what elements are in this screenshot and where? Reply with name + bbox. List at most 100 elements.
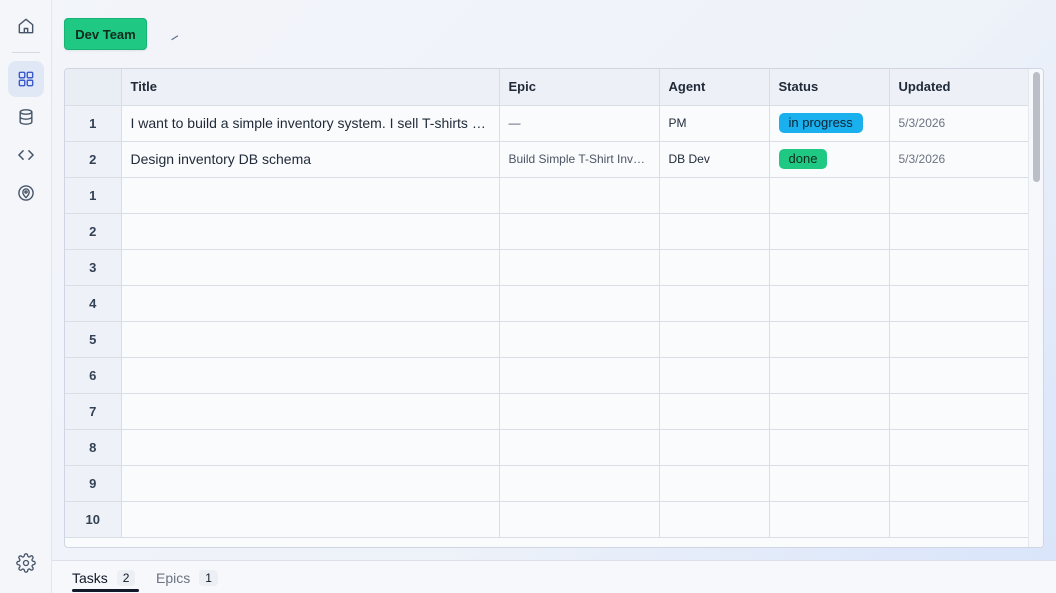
empty-cell[interactable]	[659, 285, 770, 322]
empty-cell[interactable]	[769, 429, 890, 466]
empty-cell[interactable]	[889, 249, 1030, 286]
row-number: 2	[65, 213, 122, 250]
empty-row[interactable]: 8	[65, 429, 1030, 466]
empty-cell[interactable]	[889, 429, 1030, 466]
empty-row[interactable]: 1	[65, 177, 1030, 214]
code-icon[interactable]	[8, 137, 44, 173]
empty-cell[interactable]	[121, 321, 500, 358]
column-header-updated[interactable]: Updated	[889, 69, 1030, 106]
corner-cell[interactable]	[65, 69, 122, 106]
empty-cell[interactable]	[659, 213, 770, 250]
empty-cell[interactable]	[769, 321, 890, 358]
empty-cell[interactable]	[499, 393, 660, 430]
tab-epics[interactable]: Epics 1	[136, 561, 228, 593]
empty-cell[interactable]	[121, 357, 500, 394]
task-grid: Title Epic Agent Status Updated 1 I want…	[64, 68, 1044, 548]
row-number: 10	[65, 501, 122, 538]
empty-cell[interactable]	[121, 177, 500, 214]
task-title-cell[interactable]: Design inventory DB schema	[121, 141, 500, 178]
tab-label: Epics	[156, 569, 191, 586]
gear-icon[interactable]	[8, 545, 44, 581]
table-row[interactable]: 1 I want to build a simple inventory sys…	[65, 105, 1030, 142]
agent-cell[interactable]: DB Dev	[659, 141, 770, 178]
column-header-title[interactable]: Title	[121, 69, 500, 106]
empty-cell[interactable]	[499, 357, 660, 394]
empty-cell[interactable]	[889, 285, 1030, 322]
empty-cell[interactable]	[121, 213, 500, 250]
sidebar	[0, 0, 52, 593]
empty-row[interactable]: 4	[65, 285, 1030, 322]
empty-cell[interactable]	[659, 429, 770, 466]
empty-row[interactable]: 5	[65, 321, 1030, 358]
empty-cell[interactable]	[121, 285, 500, 322]
empty-cell[interactable]	[121, 393, 500, 430]
column-header-status[interactable]: Status	[769, 69, 890, 106]
row-number: 1	[65, 105, 122, 142]
empty-cell[interactable]	[889, 393, 1030, 430]
epic-cell[interactable]: Build Simple T-Shirt Inventory System	[499, 141, 660, 178]
empty-cell[interactable]	[499, 465, 660, 502]
database-icon[interactable]	[8, 99, 44, 135]
empty-cell[interactable]	[499, 213, 660, 250]
empty-cell[interactable]	[499, 285, 660, 322]
empty-cell[interactable]	[121, 465, 500, 502]
task-title-cell[interactable]: I want to build a simple inventory syste…	[121, 105, 500, 142]
empty-row[interactable]: 10	[65, 501, 1030, 538]
empty-cell[interactable]	[769, 501, 890, 538]
empty-cell[interactable]	[769, 393, 890, 430]
status-cell[interactable]: in progress	[769, 105, 890, 142]
column-header-agent[interactable]: Agent	[659, 69, 770, 106]
row-number: 8	[65, 429, 122, 466]
empty-row[interactable]: 7	[65, 393, 1030, 430]
empty-cell[interactable]	[769, 357, 890, 394]
column-header-epic[interactable]: Epic	[499, 69, 660, 106]
empty-cell[interactable]	[769, 249, 890, 286]
empty-cell[interactable]	[121, 429, 500, 466]
empty-cell[interactable]	[121, 501, 500, 538]
header-row: Title Epic Agent Status Updated	[65, 69, 1030, 106]
empty-cell[interactable]	[499, 429, 660, 466]
scrollbar-thumb[interactable]	[1033, 72, 1040, 182]
row-number: 4	[65, 285, 122, 322]
empty-cell[interactable]	[889, 177, 1030, 214]
home-icon[interactable]	[8, 8, 44, 44]
empty-cell[interactable]	[499, 501, 660, 538]
empty-cell[interactable]	[659, 393, 770, 430]
updated-cell: 5/3/2026	[889, 141, 1030, 178]
vertical-scrollbar[interactable]	[1028, 69, 1043, 547]
empty-cell[interactable]	[889, 357, 1030, 394]
empty-cell[interactable]	[659, 249, 770, 286]
empty-row[interactable]: 2	[65, 213, 1030, 250]
epic-cell[interactable]: —	[499, 105, 660, 142]
grid-icon[interactable]	[8, 61, 44, 97]
empty-cell[interactable]	[889, 213, 1030, 250]
empty-cell[interactable]	[889, 501, 1030, 538]
empty-cell[interactable]	[659, 177, 770, 214]
empty-cell[interactable]	[889, 321, 1030, 358]
empty-cell[interactable]	[769, 465, 890, 502]
empty-cell[interactable]	[889, 465, 1030, 502]
empty-cell[interactable]	[769, 285, 890, 322]
empty-cell[interactable]	[499, 249, 660, 286]
status-cell[interactable]: done	[769, 141, 890, 178]
agent-cell[interactable]: PM	[659, 105, 770, 142]
row-number: 9	[65, 465, 122, 502]
team-selector-button[interactable]: Dev Team	[64, 18, 147, 50]
empty-cell[interactable]	[659, 321, 770, 358]
table-row[interactable]: 2 Design inventory DB schema Build Simpl…	[65, 141, 1030, 178]
empty-cell[interactable]	[659, 465, 770, 502]
empty-cell[interactable]	[499, 177, 660, 214]
empty-row[interactable]: 6	[65, 357, 1030, 394]
row-number: 7	[65, 393, 122, 430]
empty-cell[interactable]	[659, 357, 770, 394]
task-table: Title Epic Agent Status Updated 1 I want…	[65, 69, 1030, 538]
map-pin-icon[interactable]	[8, 175, 44, 211]
empty-cell[interactable]	[121, 249, 500, 286]
empty-cell[interactable]	[769, 177, 890, 214]
empty-row[interactable]: 9	[65, 465, 1030, 502]
empty-row[interactable]: 3	[65, 249, 1030, 286]
edit-icon[interactable]	[171, 33, 179, 41]
empty-cell[interactable]	[659, 501, 770, 538]
empty-cell[interactable]	[499, 321, 660, 358]
empty-cell[interactable]	[769, 213, 890, 250]
